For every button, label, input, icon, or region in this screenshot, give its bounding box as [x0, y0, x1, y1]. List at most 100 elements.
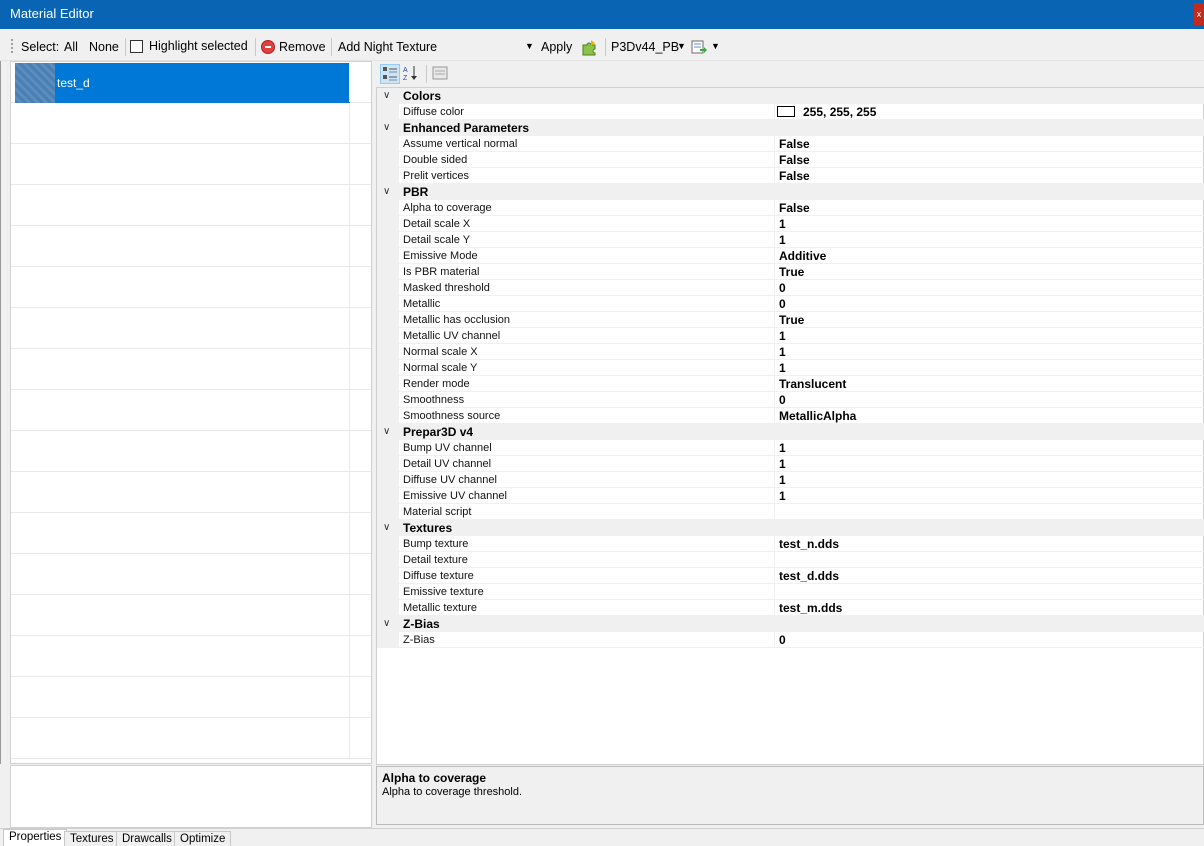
tab-properties[interactable]: Properties — [3, 829, 68, 846]
property-row[interactable]: Detail texture — [377, 552, 1204, 568]
help-pane: Alpha to coverage Alpha to coverage thre… — [376, 766, 1204, 825]
highlight-selected-label[interactable]: Highlight selected — [149, 39, 248, 53]
property-row[interactable]: Metallic 0 — [377, 296, 1204, 312]
property-name: Normal scale Y — [403, 362, 478, 374]
tab-drawcalls[interactable]: Drawcalls — [116, 831, 178, 846]
property-row[interactable]: Normal scale Y 1 — [377, 360, 1204, 376]
property-value[interactable]: 0 — [779, 633, 786, 647]
category-row[interactable]: ∨ Textures — [377, 520, 1204, 536]
night-texture-dropdown[interactable]: Add Night Texture — [338, 40, 437, 54]
chevron-down-icon[interactable]: ∨ — [383, 186, 390, 197]
remove-button[interactable]: Remove — [279, 40, 326, 54]
property-value[interactable]: True — [779, 265, 804, 279]
apply-button[interactable]: Apply — [541, 40, 572, 54]
close-button[interactable]: x — [1194, 3, 1204, 25]
tab-textures[interactable]: Textures — [64, 831, 120, 846]
material-list[interactable]: test_d — [10, 61, 372, 764]
property-value[interactable]: 0 — [779, 297, 786, 311]
property-value[interactable]: 1 — [779, 233, 786, 247]
color-swatch[interactable] — [777, 106, 795, 117]
property-value[interactable]: 0 — [779, 281, 786, 295]
property-row[interactable]: Bump texture test_n.dds — [377, 536, 1204, 552]
category-row[interactable]: ∨ Enhanced Parameters — [377, 120, 1204, 136]
property-value[interactable]: test_m.dds — [779, 601, 842, 615]
chevron-down-icon[interactable]: ∨ — [383, 122, 390, 133]
chevron-down-icon[interactable]: ▼ — [525, 41, 534, 51]
remove-icon[interactable] — [261, 40, 275, 54]
category-row[interactable]: ∨ Prepar3D v4 — [377, 424, 1204, 440]
property-value[interactable]: MetallicAlpha — [779, 409, 856, 423]
property-row[interactable]: Prelit vertices False — [377, 168, 1204, 184]
material-list-item[interactable]: test_d — [11, 62, 371, 103]
property-row[interactable]: Smoothness 0 — [377, 392, 1204, 408]
property-value[interactable]: False — [779, 201, 810, 215]
property-row[interactable]: Metallic has occlusion True — [377, 312, 1204, 328]
chevron-down-icon[interactable]: ∨ — [383, 90, 390, 101]
property-pages-button[interactable] — [431, 64, 451, 84]
property-value[interactable]: Translucent — [779, 377, 846, 391]
property-row[interactable]: Metallic UV channel 1 — [377, 328, 1204, 344]
chevron-down-icon[interactable]: ∨ — [383, 426, 390, 437]
property-value[interactable]: 1 — [779, 217, 786, 231]
property-value[interactable]: Additive — [779, 249, 826, 263]
chevron-down-icon[interactable]: ▼ — [711, 41, 720, 51]
property-row[interactable]: Normal scale X 1 — [377, 344, 1204, 360]
property-row[interactable]: Diffuse texture test_d.dds — [377, 568, 1204, 584]
property-row[interactable]: Detail scale Y 1 — [377, 232, 1204, 248]
categorized-button[interactable] — [380, 64, 400, 84]
property-row[interactable]: Z-Bias 0 — [377, 632, 1204, 648]
property-value[interactable]: False — [779, 137, 810, 151]
property-row[interactable]: Emissive Mode Additive — [377, 248, 1204, 264]
property-row[interactable]: Double sided False — [377, 152, 1204, 168]
alphabetical-button[interactable]: A Z — [402, 64, 422, 84]
property-value[interactable]: False — [779, 153, 810, 167]
property-name: Is PBR material — [403, 266, 480, 278]
property-value[interactable]: 1 — [779, 361, 786, 375]
highlight-selected-checkbox[interactable] — [130, 40, 143, 53]
property-row[interactable]: Emissive UV channel 1 — [377, 488, 1204, 504]
property-row[interactable]: Diffuse color 255, 255, 255 — [377, 104, 1204, 120]
property-value[interactable]: 1 — [779, 345, 786, 359]
chevron-down-icon[interactable]: ∨ — [383, 618, 390, 629]
property-row[interactable]: Is PBR material True — [377, 264, 1204, 280]
chevron-down-icon[interactable]: ∨ — [383, 522, 390, 533]
property-value[interactable]: False — [779, 169, 810, 183]
property-row[interactable]: Detail UV channel 1 — [377, 456, 1204, 472]
select-all-button[interactable]: All — [64, 40, 78, 54]
toolbar-grip[interactable] — [11, 39, 13, 53]
property-row[interactable]: Detail scale X 1 — [377, 216, 1204, 232]
property-row[interactable]: Smoothness source MetallicAlpha — [377, 408, 1204, 424]
property-value[interactable]: test_d.dds — [779, 569, 839, 583]
tab-optimize[interactable]: Optimize — [174, 831, 232, 846]
property-name: Smoothness — [403, 394, 465, 406]
property-row[interactable]: Bump UV channel 1 — [377, 440, 1204, 456]
category-row[interactable]: ∨ Colors — [377, 88, 1204, 104]
property-name: Detail UV channel — [403, 458, 492, 470]
property-grid[interactable]: ∨ Colors Diffuse color 255, 255, 255 ∨ Enhanc… — [376, 87, 1204, 765]
property-value[interactable]: 1 — [779, 489, 786, 503]
property-value[interactable]: 0 — [779, 393, 786, 407]
category-row[interactable]: ∨ PBR — [377, 184, 1204, 200]
category-row[interactable]: ∨ Z-Bias — [377, 616, 1204, 632]
property-row[interactable]: Emissive texture — [377, 584, 1204, 600]
export-icon[interactable] — [691, 39, 707, 55]
puzzle-icon[interactable] — [580, 38, 598, 56]
profile-dropdown[interactable]: P3Dv44_PB — [611, 40, 679, 54]
property-row[interactable]: Metallic texture test_m.dds — [377, 600, 1204, 616]
property-value[interactable]: 1 — [779, 329, 786, 343]
property-row[interactable]: Assume vertical normal False — [377, 136, 1204, 152]
property-value[interactable]: 255, 255, 255 — [803, 105, 876, 119]
property-value[interactable]: 1 — [779, 457, 786, 471]
property-value[interactable]: 1 — [779, 441, 786, 455]
chevron-down-icon[interactable]: ▼ — [677, 41, 686, 51]
property-row[interactable]: Alpha to coverage False — [377, 200, 1204, 216]
property-row[interactable]: Material script — [377, 504, 1204, 520]
property-value[interactable]: 1 — [779, 473, 786, 487]
property-value[interactable]: True — [779, 313, 804, 327]
property-name: Double sided — [403, 154, 468, 166]
property-value[interactable]: test_n.dds — [779, 537, 839, 551]
select-none-button[interactable]: None — [89, 40, 119, 54]
property-row[interactable]: Masked threshold 0 — [377, 280, 1204, 296]
property-row[interactable]: Diffuse UV channel 1 — [377, 472, 1204, 488]
property-row[interactable]: Render mode Translucent — [377, 376, 1204, 392]
